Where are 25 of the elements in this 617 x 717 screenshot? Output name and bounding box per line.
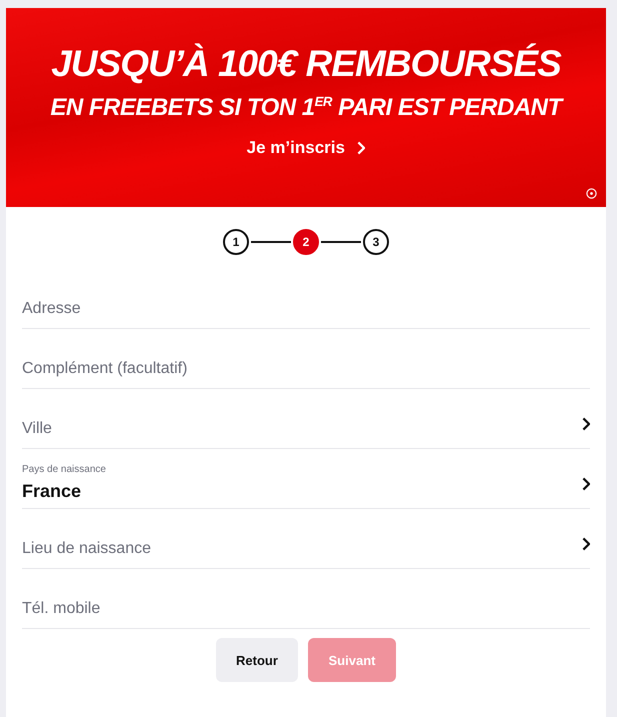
signup-link[interactable]: Je m’inscris: [246, 138, 366, 158]
select-field[interactable]: Ville: [22, 389, 590, 449]
help-icon[interactable]: [586, 188, 597, 199]
banner-headline: JUSQU’À 100€ REMBOURSÉS: [51, 42, 561, 86]
chevron-right-icon: [582, 537, 590, 551]
select-field[interactable]: Lieu de naissance: [22, 509, 590, 569]
field-placeholder: Complément (facultatif): [22, 360, 188, 379]
input-field[interactable]: Adresse: [22, 269, 590, 329]
step-indicator: 1: [223, 229, 249, 255]
step-indicator: 3: [363, 229, 389, 255]
back-button[interactable]: Retour: [216, 638, 298, 682]
chevron-right-icon: [356, 141, 366, 155]
step-indicator: 2: [293, 229, 319, 255]
chevron-right-icon: [582, 417, 590, 431]
input-field[interactable]: Complément (facultatif): [22, 329, 590, 389]
banner-subline: EN FREEBETS SI TON 1$^{ER}$ PARI EST PERDANT: [50, 94, 562, 122]
field-placeholder: Lieu de naissance: [22, 540, 151, 559]
field-placeholder: Adresse: [22, 300, 81, 319]
chevron-right-icon: [582, 477, 590, 491]
input-field[interactable]: Tél. mobile: [22, 569, 590, 629]
field-value: France: [22, 481, 82, 502]
field-label: Pays de naissance: [22, 464, 106, 475]
select-field[interactable]: Pays de naissance France: [22, 449, 590, 509]
field-placeholder: Ville: [22, 420, 52, 439]
field-placeholder: Tél. mobile: [22, 600, 100, 619]
